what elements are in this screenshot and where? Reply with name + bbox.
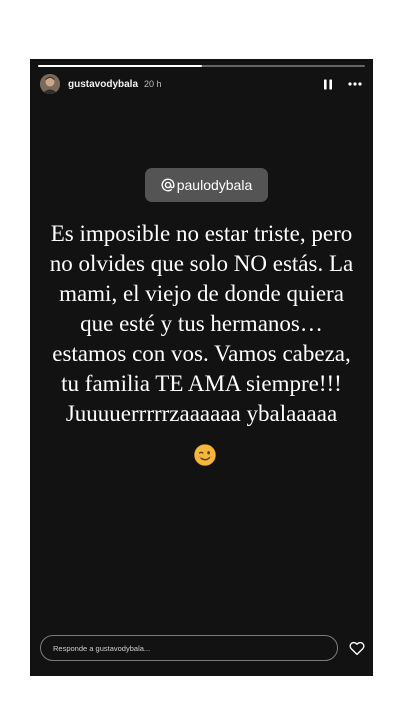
at-sign-icon (161, 178, 175, 192)
mention-username: paulodybala (176, 177, 253, 193)
story-time-ago: 20 h (144, 79, 162, 89)
story-header: gustavodybala 20 h (40, 73, 363, 95)
story-viewer[interactable]: gustavodybala 20 h paulodybala Es imposi… (30, 59, 373, 676)
story-username[interactable]: gustavodybala (68, 79, 138, 90)
winking-face-icon (194, 444, 216, 466)
pause-icon (324, 79, 332, 89)
mention-sticker[interactable]: paulodybala (145, 168, 268, 202)
heart-icon (349, 641, 365, 656)
story-message: Es imposible no estar triste, pero no ol… (49, 221, 354, 426)
more-options-button[interactable] (347, 77, 363, 91)
reply-placeholder: Responde a gustavodybala... (53, 643, 151, 653)
story-progress-fill (38, 65, 202, 67)
like-button[interactable] (348, 639, 366, 657)
reply-input[interactable]: Responde a gustavodybala... (40, 635, 338, 661)
story-progress-bar (38, 65, 365, 67)
more-options-icon (348, 82, 362, 86)
pause-button[interactable] (321, 77, 335, 91)
avatar[interactable] (40, 74, 60, 94)
